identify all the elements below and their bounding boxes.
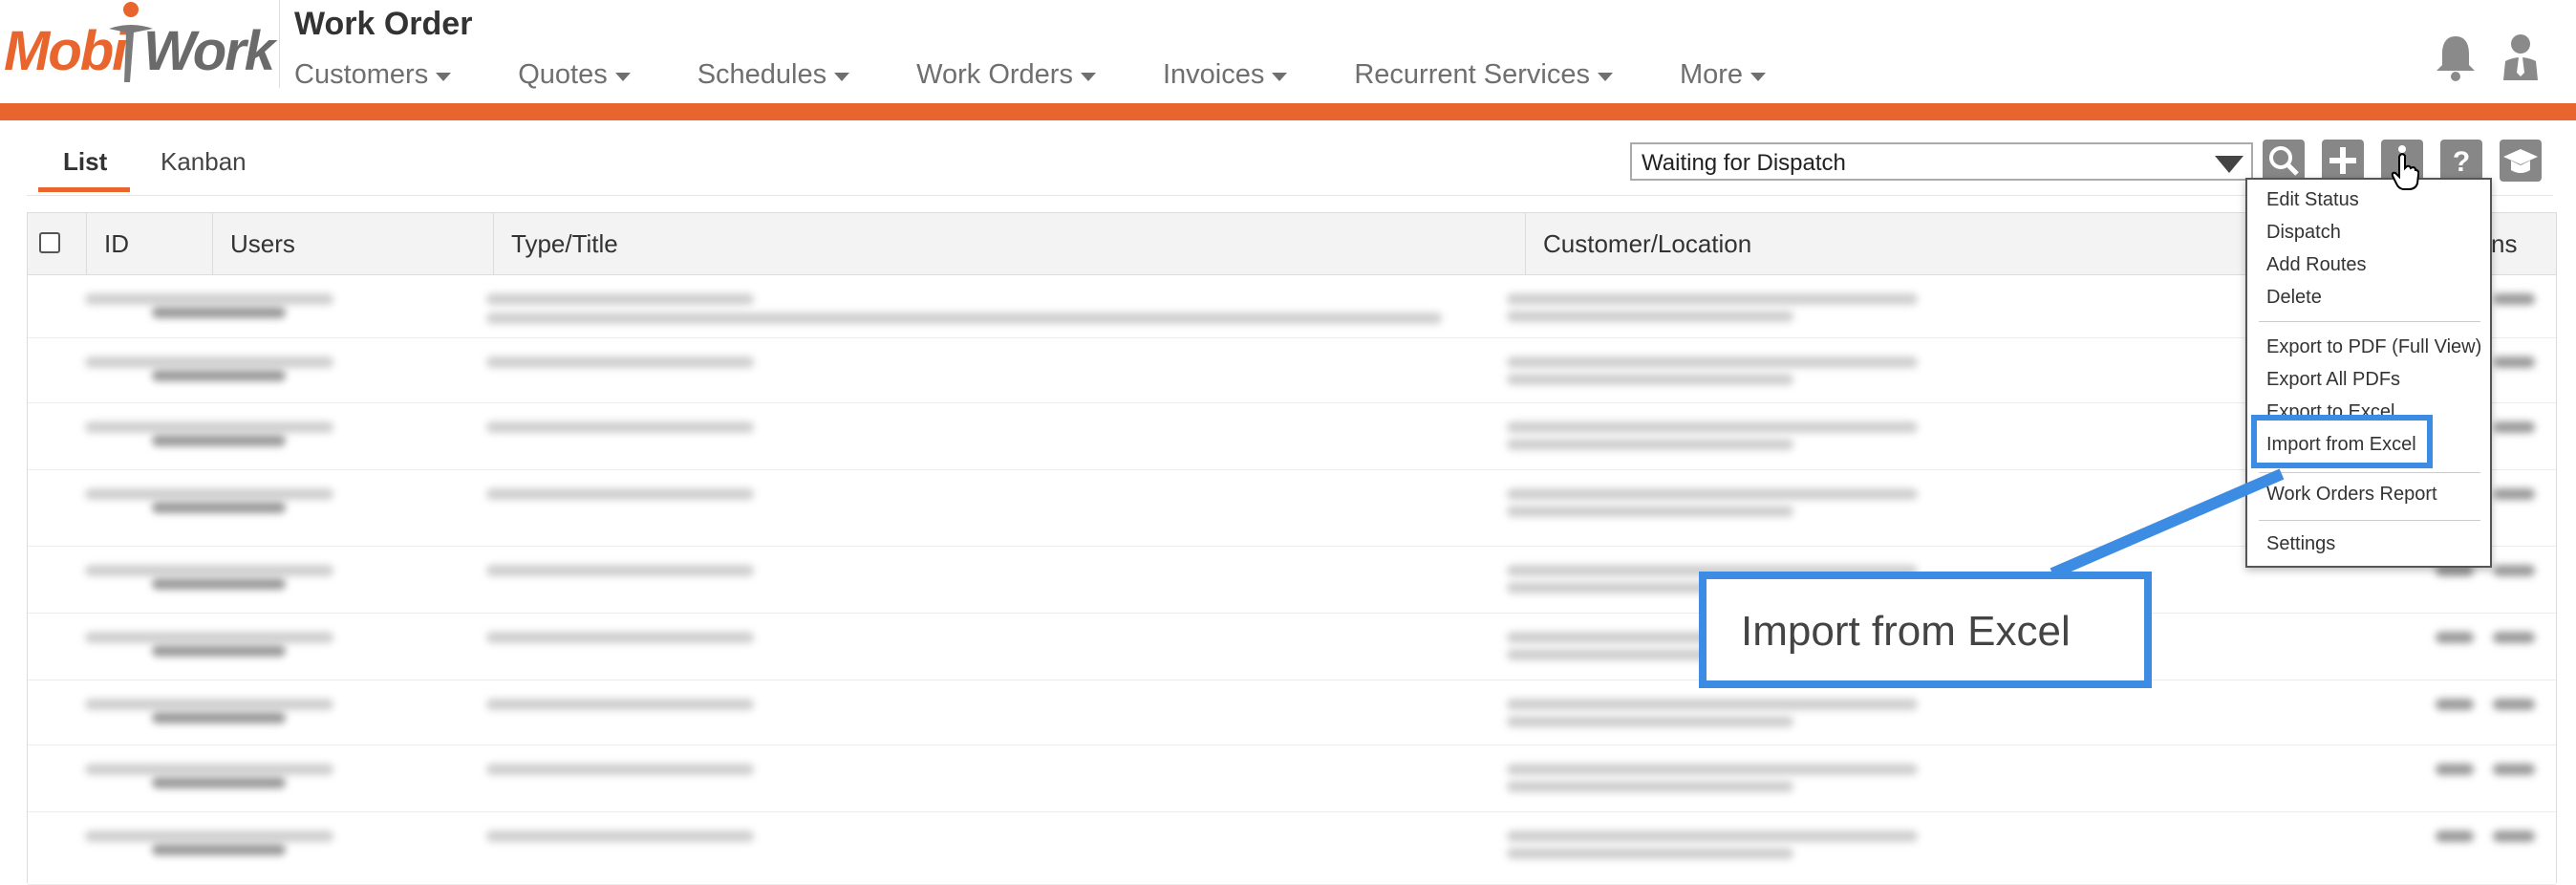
callout-import-from-excel: Import from Excel xyxy=(1699,572,2152,688)
callout-connector xyxy=(2050,468,2285,579)
callout-label: Import from Excel xyxy=(1741,608,2071,655)
hand-pointer-icon xyxy=(2391,153,2419,190)
